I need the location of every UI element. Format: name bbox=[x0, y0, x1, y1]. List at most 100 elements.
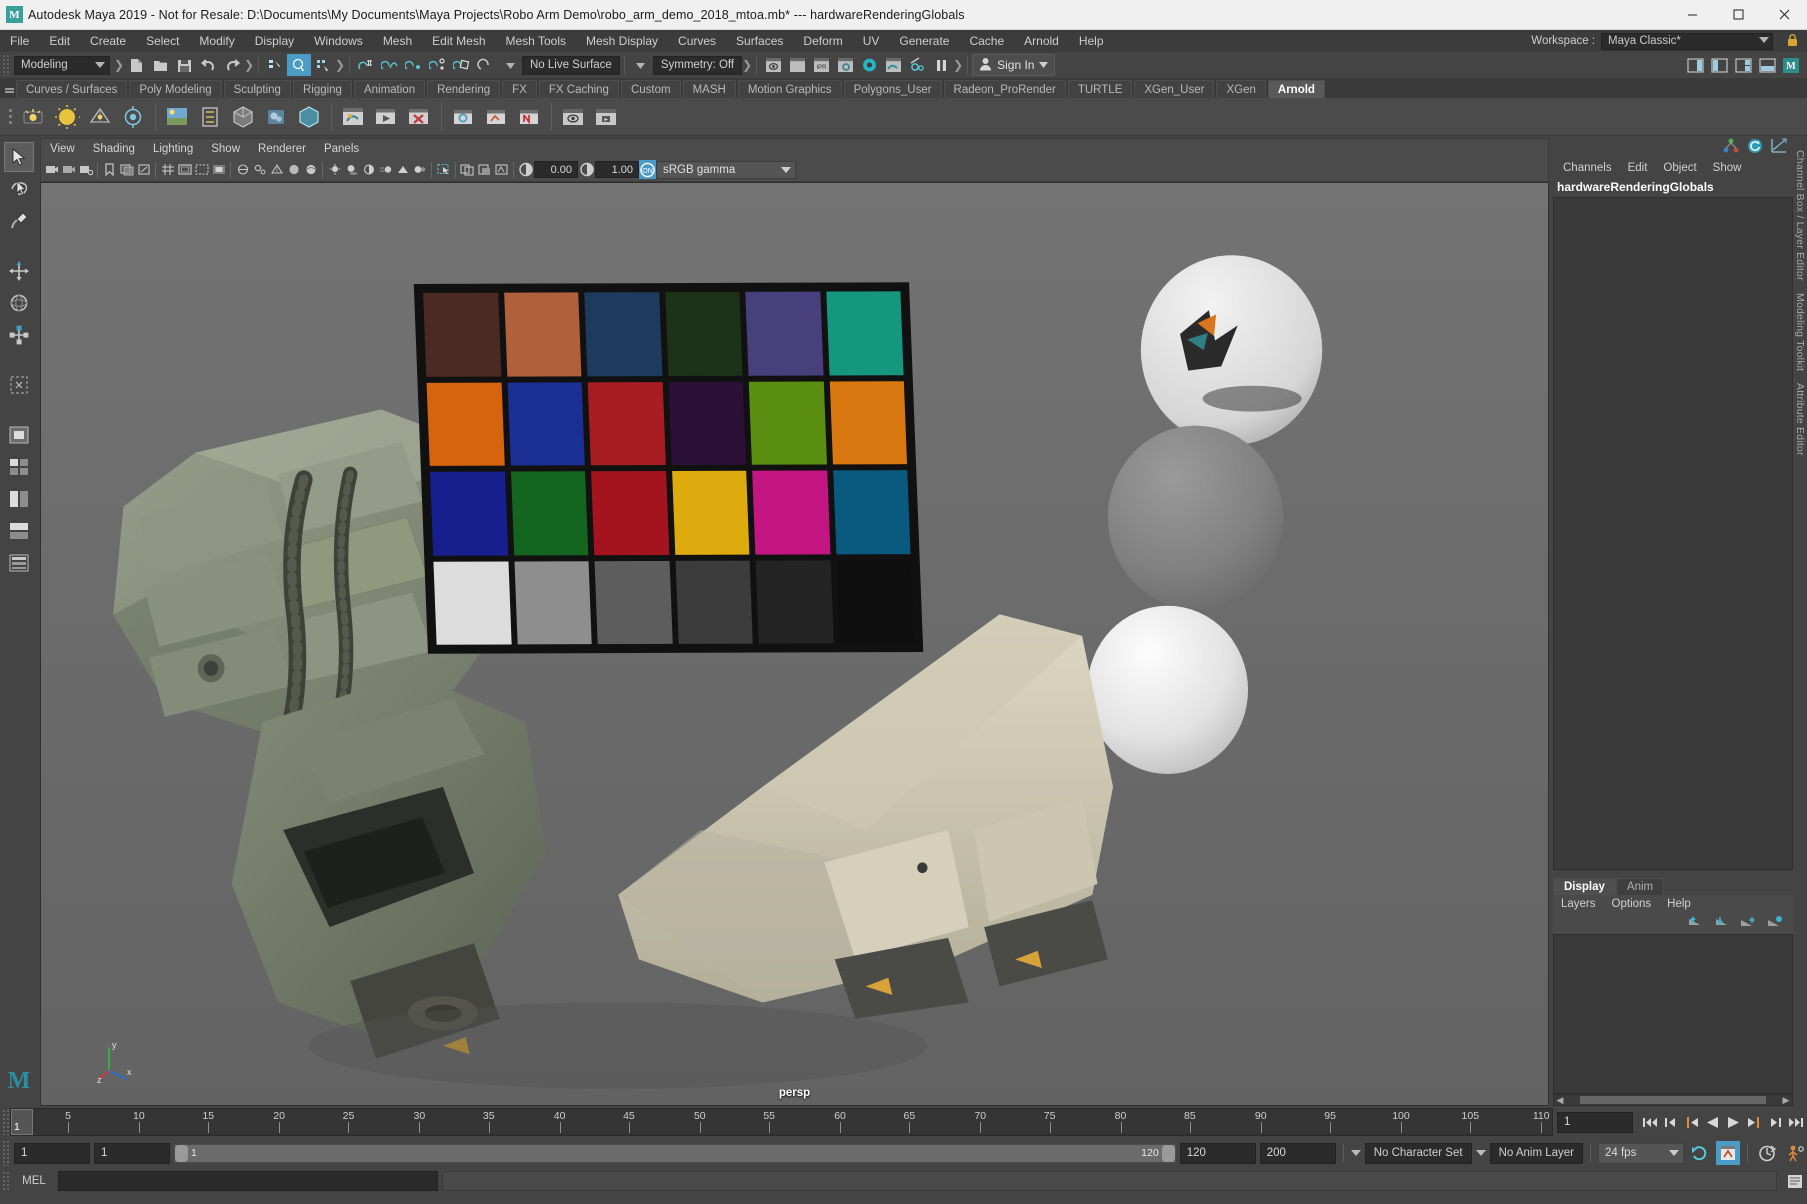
shelf-tab-mash[interactable]: MASH bbox=[683, 80, 736, 98]
step-forward-key-icon[interactable] bbox=[1765, 1111, 1786, 1133]
side-tab-modeling-toolkit[interactable]: Modeling Toolkit bbox=[1794, 287, 1806, 377]
menu-uv[interactable]: UV bbox=[853, 30, 890, 52]
step-back-frame-icon[interactable] bbox=[1681, 1111, 1702, 1133]
multisample-icon[interactable] bbox=[394, 160, 411, 179]
time-slider-cursor[interactable]: 1 bbox=[11, 1109, 33, 1135]
make-live-icon[interactable] bbox=[474, 54, 498, 76]
range-end-handle[interactable] bbox=[1162, 1145, 1175, 1162]
rotate-tool-icon[interactable] bbox=[4, 288, 34, 318]
menu-deform[interactable]: Deform bbox=[793, 30, 852, 52]
maximize-button[interactable] bbox=[1715, 0, 1761, 30]
snap-to-point-icon[interactable] bbox=[402, 54, 426, 76]
animation-start-field[interactable]: 1 bbox=[14, 1143, 90, 1164]
layer-tab-display[interactable]: Display bbox=[1553, 878, 1616, 895]
snap-to-grid-icon[interactable] bbox=[354, 54, 378, 76]
time-slider-track[interactable]: 1 5 10 15 20 25 30 35 40 45 50 55 60 bbox=[10, 1108, 1553, 1136]
symmetry-field[interactable]: Symmetry: Off bbox=[653, 56, 742, 75]
play-backwards-icon[interactable] bbox=[1702, 1111, 1723, 1133]
layer-menu-help[interactable]: Help bbox=[1659, 895, 1699, 914]
menu-mesh-tools[interactable]: Mesh Tools bbox=[496, 30, 576, 52]
command-line-grip[interactable] bbox=[2, 1171, 10, 1191]
arnold-abort-render-icon[interactable] bbox=[403, 101, 434, 133]
scroll-left-arrow-icon[interactable]: ◀ bbox=[1554, 1095, 1566, 1105]
gamma-icon[interactable] bbox=[578, 160, 595, 179]
viewport-menu-view[interactable]: View bbox=[41, 139, 84, 159]
menu-help[interactable]: Help bbox=[1069, 30, 1114, 52]
pause-icon[interactable] bbox=[929, 54, 953, 76]
gamma-field[interactable]: 1.00 bbox=[595, 161, 639, 178]
side-tab-attribute-editor[interactable]: Attribute Editor bbox=[1794, 377, 1806, 462]
create-layer-from-selected-icon[interactable] bbox=[1766, 915, 1783, 934]
side-tab-channel-box-layer-editor[interactable]: Channel Box / Layer Editor bbox=[1794, 144, 1806, 287]
color-management-select[interactable]: sRGB gamma bbox=[656, 161, 796, 179]
anim-layer-dropdown-icon[interactable] bbox=[1476, 1150, 1486, 1156]
film-gate-icon[interactable] bbox=[176, 160, 193, 179]
close-button[interactable] bbox=[1761, 0, 1807, 30]
four-view-layout-icon[interactable] bbox=[4, 452, 34, 482]
shelf-menu-handle[interactable] bbox=[2, 80, 16, 98]
grid-display-icon[interactable] bbox=[459, 160, 476, 179]
menu-edit-mesh[interactable]: Edit Mesh bbox=[422, 30, 495, 52]
layer-menu-options[interactable]: Options bbox=[1604, 895, 1660, 914]
playback-options-icon[interactable] bbox=[1755, 1141, 1779, 1165]
motion-blur-icon[interactable] bbox=[377, 160, 394, 179]
channel-box-icon[interactable] bbox=[1747, 138, 1763, 159]
step-back-key-icon[interactable] bbox=[1660, 1111, 1681, 1133]
shelf-tab-sculpting[interactable]: Sculpting bbox=[224, 80, 291, 98]
arnold-bifrost-icon[interactable] bbox=[590, 101, 621, 133]
shelf-tab-curves-surfaces[interactable]: Curves / Surfaces bbox=[16, 80, 127, 98]
arnold-area-light-icon[interactable] bbox=[18, 101, 49, 133]
layer-menu-layers[interactable]: Layers bbox=[1553, 895, 1604, 914]
shelf-tab-fx-caching[interactable]: FX Caching bbox=[539, 80, 619, 98]
arnold-physical-sky-icon[interactable] bbox=[161, 101, 192, 133]
hypershade-icon[interactable] bbox=[857, 54, 881, 76]
graph-editor-icon[interactable] bbox=[1771, 138, 1787, 158]
snap-to-view-plane-icon[interactable] bbox=[450, 54, 474, 76]
toggle-attribute-editor-icon[interactable] bbox=[1683, 54, 1707, 76]
menu-generate[interactable]: Generate bbox=[889, 30, 959, 52]
new-scene-icon[interactable] bbox=[124, 54, 148, 76]
hypershade-layout-icon[interactable] bbox=[4, 548, 34, 578]
shelf-tab-radeon-prorender[interactable]: Radeon_ProRender bbox=[944, 80, 1066, 98]
scale-tool-icon[interactable] bbox=[4, 320, 34, 350]
menu-edit[interactable]: Edit bbox=[39, 30, 80, 52]
arnold-tx-manager-icon[interactable] bbox=[513, 101, 544, 133]
redo-previous-render-icon[interactable] bbox=[785, 54, 809, 76]
shelf-tab-xgen[interactable]: XGen bbox=[1216, 80, 1265, 98]
render-override-icon[interactable] bbox=[476, 160, 493, 179]
arnold-flush-cache-icon[interactable] bbox=[447, 101, 478, 133]
arnold-render-sequence-icon[interactable] bbox=[370, 101, 401, 133]
menu-create[interactable]: Create bbox=[80, 30, 136, 52]
move-layer-down-icon[interactable] bbox=[1712, 915, 1729, 934]
ipr-render-icon[interactable]: IPR bbox=[809, 54, 833, 76]
playback-speed-select[interactable]: 24 fps bbox=[1598, 1143, 1684, 1164]
render-settings-icon[interactable] bbox=[833, 54, 857, 76]
sign-in-button[interactable]: Sign In bbox=[972, 54, 1055, 76]
gate-mask-icon[interactable] bbox=[210, 160, 227, 179]
shelf-tab-fx[interactable]: FX bbox=[502, 80, 537, 98]
snap-to-projected-center-icon[interactable] bbox=[426, 54, 450, 76]
move-layer-up-icon[interactable] bbox=[1685, 915, 1702, 934]
statusline-collapse-4[interactable]: ❯ bbox=[742, 54, 752, 76]
shadows-icon[interactable] bbox=[343, 160, 360, 179]
lock-icon[interactable] bbox=[1786, 33, 1799, 53]
single-perspective-layout-icon[interactable] bbox=[4, 420, 34, 450]
shelf-tab-animation[interactable]: Animation bbox=[354, 80, 425, 98]
shelf-tab-xgen-user[interactable]: XGen_User bbox=[1134, 80, 1214, 98]
select-by-object-type-icon[interactable] bbox=[287, 54, 311, 76]
lock-camera-icon[interactable] bbox=[60, 160, 77, 179]
arnold-procedural-icon[interactable] bbox=[293, 101, 324, 133]
exposure-icon[interactable] bbox=[517, 160, 534, 179]
arnold-volume-icon[interactable] bbox=[260, 101, 291, 133]
snap-to-curve-icon[interactable] bbox=[378, 54, 402, 76]
xray-icon[interactable] bbox=[234, 160, 251, 179]
command-input-field[interactable] bbox=[58, 1171, 438, 1191]
layer-list[interactable] bbox=[1553, 934, 1793, 1094]
menu-modify[interactable]: Modify bbox=[189, 30, 244, 52]
channel-menu-channels[interactable]: Channels bbox=[1555, 158, 1620, 178]
wireframe-icon[interactable] bbox=[268, 160, 285, 179]
menuset-selector[interactable]: Modeling bbox=[14, 56, 110, 75]
shelf-tab-turtle[interactable]: TURTLE bbox=[1068, 80, 1133, 98]
character-set-dropdown-icon[interactable] bbox=[1351, 1150, 1361, 1156]
arnold-open-render-view-icon[interactable] bbox=[557, 101, 588, 133]
